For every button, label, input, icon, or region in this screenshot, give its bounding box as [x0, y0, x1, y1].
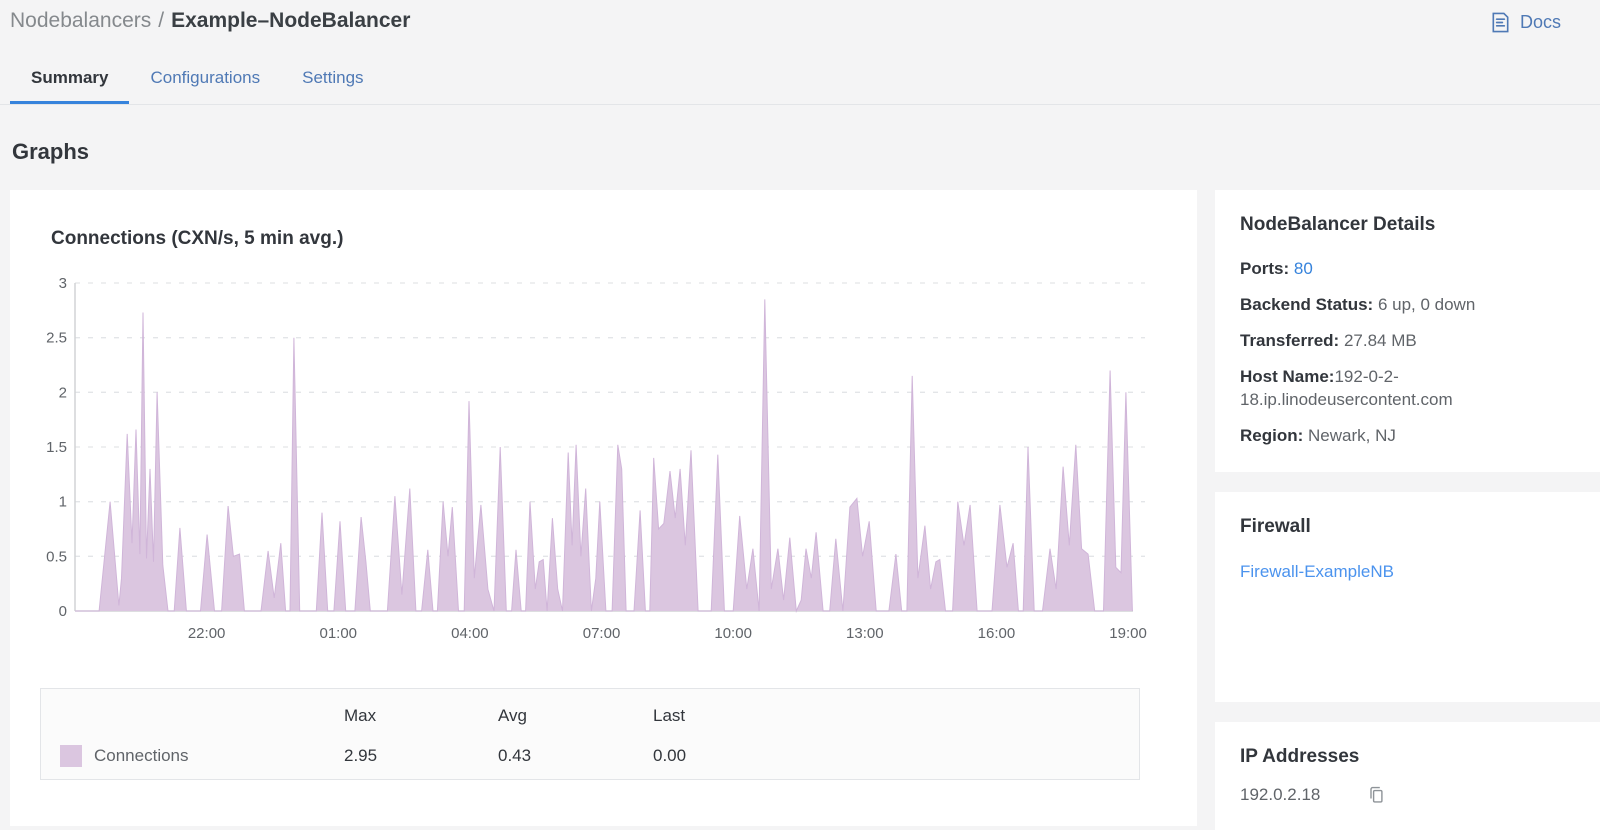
ip-rows: 192.0.2.18: [1240, 785, 1578, 805]
nodebalancer-summary-page: Nodebalancers / Example–NodeBalancer Docs …: [0, 0, 1600, 830]
x-axis-tick: 22:00: [188, 625, 226, 642]
details-rows: Ports: 80 Backend Status: 6 up, 0 down Tra…: [1240, 258, 1578, 448]
detail-row-host-name: Host Name:192-0-2-18.ip.linodeuserconten…: [1240, 366, 1453, 409]
port-link[interactable]: 80: [1294, 259, 1313, 278]
breadcrumb-nodebalancers-link[interactable]: Nodebalancers: [10, 9, 151, 32]
ip-row: 192.0.2.18: [1240, 785, 1578, 805]
graphs-heading: Graphs: [12, 139, 90, 164]
breadcrumb: Nodebalancers / Example–NodeBalancer: [10, 9, 410, 33]
x-axis-tick: 13:00: [846, 625, 884, 642]
firewall-link[interactable]: Firewall-ExampleNB: [1240, 562, 1394, 582]
detail-row-region: Region: Newark, NJ: [1240, 425, 1396, 445]
y-axis-tick: 2.5: [46, 330, 67, 347]
firewall-card-title: Firewall: [1240, 516, 1311, 537]
tab-configurations[interactable]: Configurations: [129, 68, 281, 104]
legend-series-name: Connections: [94, 746, 189, 765]
copy-icon[interactable]: [1366, 785, 1386, 805]
tab-summary[interactable]: Summary: [10, 68, 130, 104]
breadcrumb-separator: /: [158, 9, 165, 32]
details-card-title: NodeBalancer Details: [1240, 214, 1436, 235]
legend-header-last: Last: [653, 706, 686, 725]
legend-header-row: Max Avg Last: [41, 697, 1139, 735]
legend-last-value: 0.00: [653, 746, 687, 765]
tabs: Summary Configurations Settings: [10, 68, 385, 104]
document-icon: [1489, 11, 1512, 34]
ip-card-title: IP Addresses: [1240, 746, 1360, 767]
detail-row-ports: Ports: 80: [1240, 259, 1313, 278]
x-axis-tick: 10:00: [714, 625, 752, 642]
x-axis-tick: 04:00: [451, 625, 489, 642]
connections-swatch: [60, 745, 82, 767]
legend-data-row: Connections 2.95 0.43 0.00: [41, 735, 1139, 777]
ip-address: 192.0.2.18: [1240, 785, 1321, 804]
tab-settings[interactable]: Settings: [281, 68, 384, 104]
y-axis-tick: 3: [59, 275, 67, 292]
page-title: Example–NodeBalancer: [171, 9, 411, 32]
connections-graph-card: Connections (CXN/s, 5 min avg.) 0 0.5 1 1.5…: [10, 190, 1197, 826]
x-axis-tick: 07:00: [583, 625, 621, 642]
docs-link[interactable]: Docs: [1489, 11, 1561, 34]
docs-label: Docs: [1520, 12, 1562, 32]
legend-header-avg: Avg: [498, 706, 527, 725]
y-axis-tick: 1.5: [46, 439, 67, 456]
chart-title: Connections (CXN/s, 5 min avg.): [51, 228, 344, 249]
legend-table: Max Avg Last Connections 2.95 0.43 0.00: [40, 688, 1140, 780]
nodebalancer-details-card: NodeBalancer Details Ports: 80 Backend St…: [1215, 190, 1600, 472]
y-axis-tick: 0.5: [46, 548, 67, 565]
detail-row-backend-status: Backend Status: 6 up, 0 down: [1240, 294, 1476, 314]
x-axis-tick: 16:00: [978, 625, 1016, 642]
y-axis-tick: 0: [59, 603, 67, 620]
connections-area-chart: 0 0.5 1 1.5 2 2.5 3 22:00 01:00 04:00 07:00 10:00 13…: [46, 275, 1147, 642]
y-axis-tick: 1: [59, 494, 67, 511]
legend-header-max: Max: [344, 706, 377, 725]
legend-avg-value: 0.43: [498, 746, 532, 765]
legend-series-cell: Connections: [41, 745, 344, 767]
x-axis-tick: 19:00: [1109, 625, 1147, 642]
y-axis-tick: 2: [59, 384, 67, 401]
x-axis-tick: 01:00: [319, 625, 357, 642]
legend-max-value: 2.95: [344, 746, 378, 765]
firewall-card: Firewall Firewall-ExampleNB: [1215, 492, 1600, 702]
ip-addresses-card: IP Addresses 192.0.2.18: [1215, 722, 1600, 830]
detail-row-transferred: Transferred: 27.84 MB: [1240, 330, 1417, 350]
tabs-divider: [0, 104, 1600, 105]
